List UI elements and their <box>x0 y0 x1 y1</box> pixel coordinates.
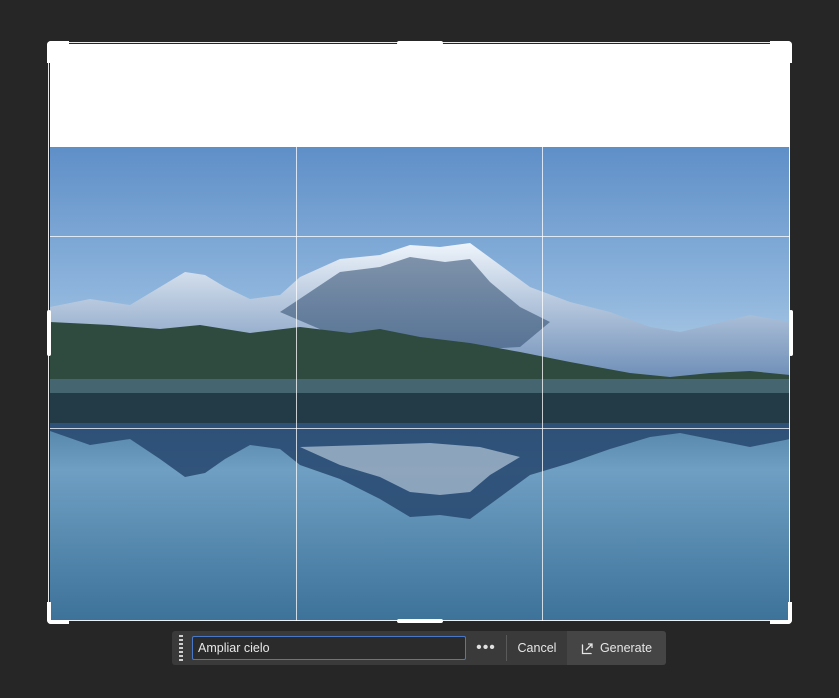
cancel-label: Cancel <box>517 641 557 655</box>
landscape-photo <box>50 147 790 621</box>
crop-handle-bottom-left[interactable] <box>47 602 69 624</box>
grid-line-vertical-1 <box>296 44 297 621</box>
crop-handle-bottom[interactable] <box>397 619 443 623</box>
generate-export-icon <box>581 642 593 654</box>
prompt-input[interactable] <box>192 636 466 660</box>
crop-handle-right[interactable] <box>789 310 793 356</box>
ellipsis-icon: ••• <box>476 639 496 656</box>
generate-label: Generate <box>599 641 653 655</box>
grid-line-horizontal-2 <box>50 428 790 429</box>
crop-handle-top-left[interactable] <box>47 41 69 63</box>
grid-line-vertical-2 <box>542 44 543 621</box>
crop-handle-top[interactable] <box>397 41 443 45</box>
grid-line-horizontal-1 <box>50 236 790 237</box>
crop-handle-left[interactable] <box>47 310 51 356</box>
more-options-button[interactable]: ••• <box>466 631 506 665</box>
contextual-taskbar: ••• Cancel Generate <box>172 631 666 665</box>
crop-handle-top-right[interactable] <box>770 41 792 63</box>
expanded-empty-canvas-area <box>50 44 790 147</box>
generate-button[interactable]: Generate <box>567 631 666 665</box>
drag-grip-icon[interactable] <box>174 631 188 665</box>
document-canvas[interactable] <box>50 44 790 621</box>
crop-handle-bottom-right[interactable] <box>770 602 792 624</box>
cancel-button[interactable]: Cancel <box>507 631 567 665</box>
